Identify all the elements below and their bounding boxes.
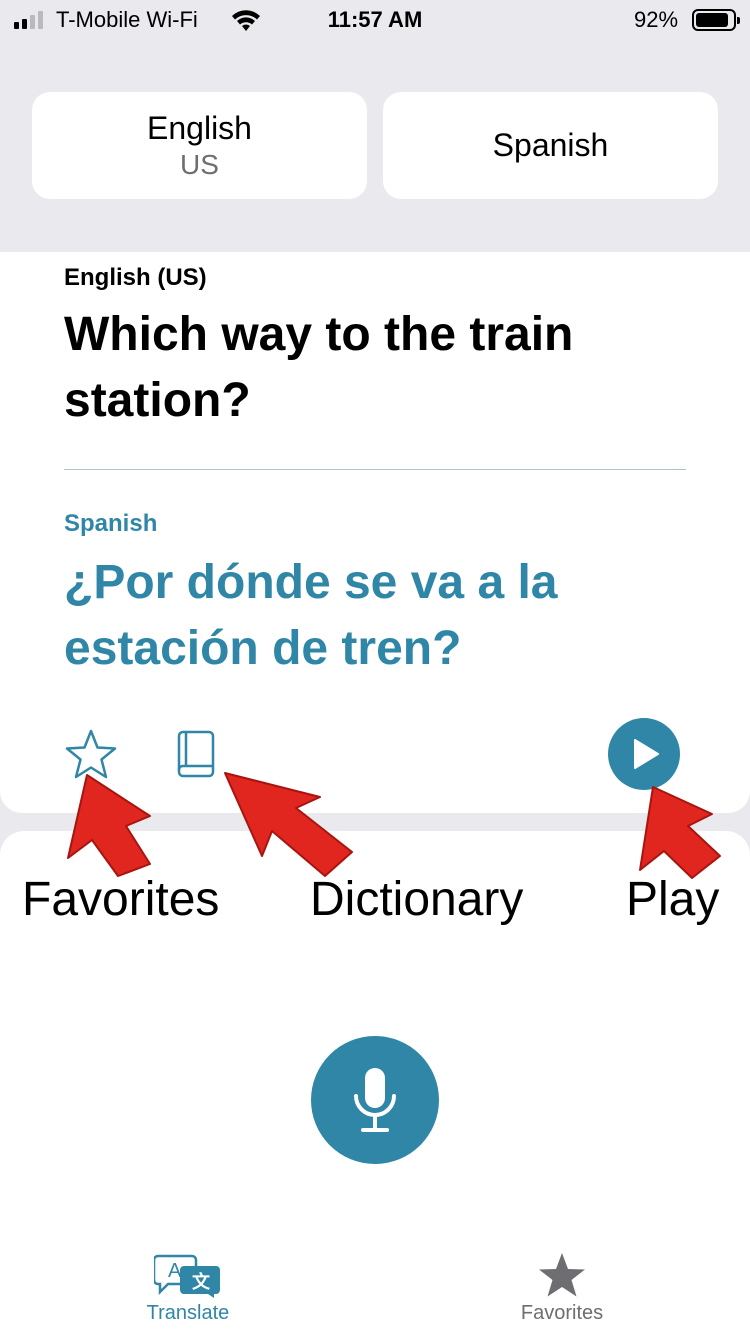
target-language-name: Spanish: [492, 127, 609, 163]
target-language-label: Spanish: [64, 510, 158, 537]
battery-percent: 92%: [634, 7, 679, 32]
favorite-button[interactable]: [64, 728, 118, 782]
translate-icon: A 文: [154, 1254, 220, 1298]
annotation-favorites: Favorites: [22, 873, 220, 926]
microphone-button[interactable]: [311, 1036, 439, 1164]
source-text[interactable]: Which way to the train station?: [64, 302, 694, 434]
microphone-icon: [354, 1068, 396, 1132]
source-language-name: English: [147, 110, 252, 146]
battery-icon: [692, 9, 740, 31]
source-language-region: US: [180, 149, 219, 180]
book-icon: [177, 730, 215, 778]
annotation-play: Play: [626, 873, 720, 926]
annotation-dictionary: Dictionary: [310, 873, 524, 926]
tab-favorites-label: Favorites: [520, 1302, 604, 1324]
play-icon: [634, 739, 659, 769]
divider: [64, 469, 686, 470]
translated-text[interactable]: ¿Por dónde se va a la estación de tren?: [64, 550, 704, 682]
tab-favorites[interactable]: Favorites: [502, 1252, 622, 1325]
dictionary-button[interactable]: [174, 728, 218, 782]
status-bar: T-Mobile Wi-Fi 11:57 AM 92%: [0, 0, 750, 44]
play-button[interactable]: [608, 718, 680, 790]
source-language-label: English (US): [64, 264, 207, 291]
target-language-button[interactable]: Spanish: [383, 92, 718, 199]
source-language-button[interactable]: English US: [32, 92, 367, 199]
star-filled-icon: [539, 1253, 585, 1297]
tab-translate-label: Translate: [146, 1302, 230, 1324]
star-outline-icon: [65, 729, 117, 779]
translation-card: English (US) Which way to the train stat…: [0, 252, 750, 813]
tab-translate[interactable]: A 文 Translate: [128, 1252, 248, 1325]
svg-text:A: A: [168, 1260, 182, 1282]
svg-text:文: 文: [192, 1271, 211, 1293]
